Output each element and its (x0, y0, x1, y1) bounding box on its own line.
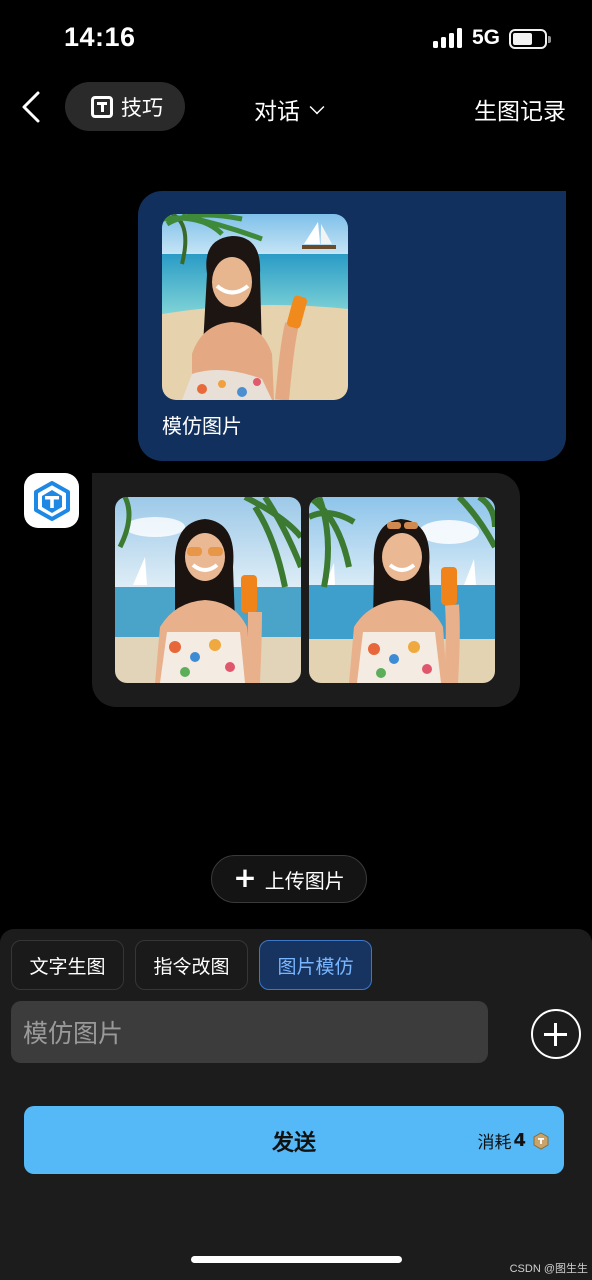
coin-icon (533, 1131, 549, 1150)
user-message-text: 模仿图片 (162, 414, 242, 438)
hexagon-logo-icon (33, 480, 70, 521)
network-type: 5G (472, 26, 501, 49)
mode-image-imitation[interactable]: 图片模仿 (259, 940, 372, 990)
prompt-input[interactable]: 模仿图片 (11, 1001, 488, 1063)
upload-image-button[interactable]: + 上传图片 (211, 855, 367, 903)
tips-button[interactable]: 技巧 (65, 82, 185, 131)
cost-indicator: 消耗 4 (477, 1128, 550, 1153)
upload-label: 上传图片 (264, 868, 345, 893)
conversation-dropdown[interactable]: 对话 (254, 92, 325, 126)
cost-value: 4 (513, 1130, 526, 1151)
mode-text-to-image[interactable]: 文字生图 (11, 940, 124, 990)
reference-image[interactable] (162, 214, 348, 400)
generated-image[interactable] (115, 497, 301, 683)
add-circle-icon[interactable] (531, 1009, 581, 1059)
history-link[interactable]: 生图记录 (474, 92, 566, 126)
bot-message-bubble (92, 473, 520, 707)
plus-icon: + (233, 860, 257, 894)
battery-icon (509, 29, 551, 49)
status-time: 14:16 (64, 22, 136, 52)
cost-label: 消耗 (477, 1133, 512, 1153)
composer-panel: 文字生图 指令改图 图片模仿 模仿图片 发送 消耗 4 CSDN @图生生 (0, 929, 592, 1280)
bot-avatar (24, 473, 79, 528)
tips-label: 技巧 (121, 95, 163, 120)
chevron-down-icon (309, 99, 325, 115)
page-title: 对话 (254, 99, 300, 125)
tips-icon (91, 95, 113, 118)
back-arrow-icon[interactable] (18, 90, 48, 124)
status-bar: 14:16 5G (0, 0, 592, 80)
send-button[interactable]: 发送 消耗 4 (24, 1106, 564, 1174)
generated-image[interactable] (309, 497, 495, 683)
signal-icon (433, 28, 463, 48)
user-message-bubble: 模仿图片 (138, 191, 566, 461)
home-indicator (191, 1256, 402, 1263)
nav-bar: 技巧 对话 生图记录 (0, 80, 592, 134)
watermark: CSDN @图生生 (509, 1263, 588, 1275)
mode-instruction-edit[interactable]: 指令改图 (135, 940, 248, 990)
